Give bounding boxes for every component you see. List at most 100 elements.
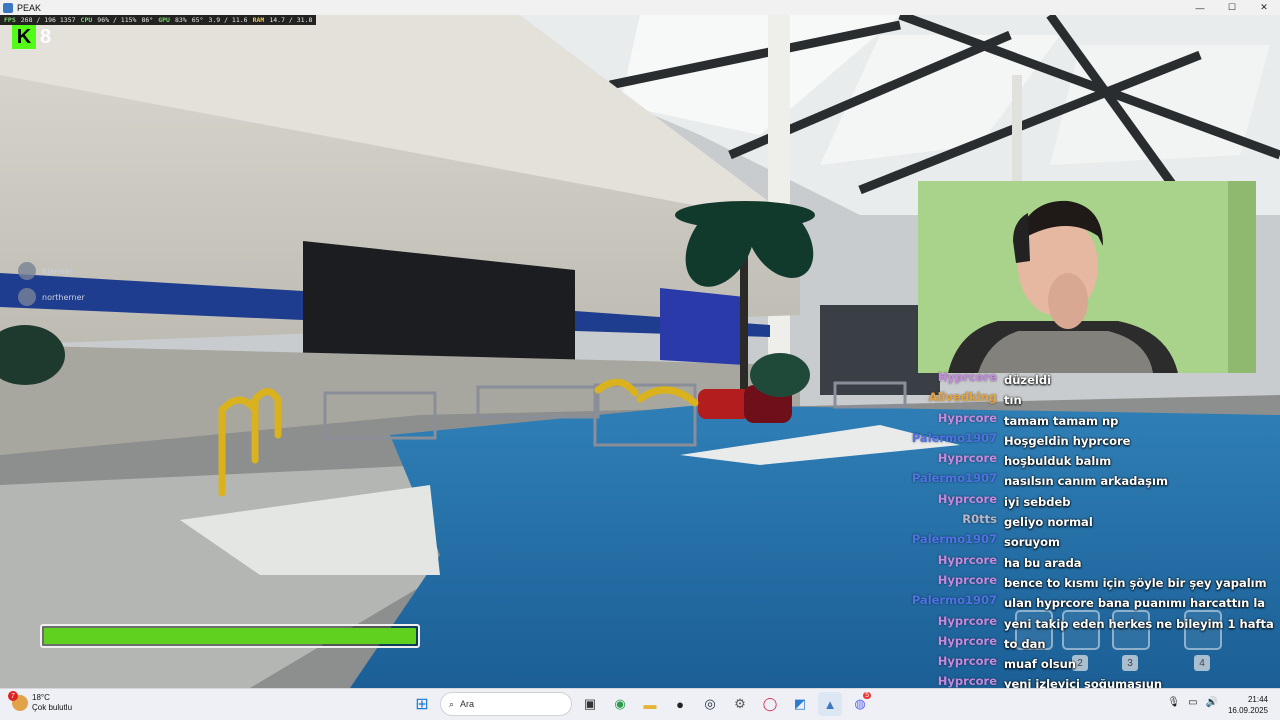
chat-username[interactable]: Hyprcore: [905, 370, 997, 384]
chat-message-text: bence to kısmı için şöyle bir şey yapalı…: [1004, 575, 1267, 590]
chat-username[interactable]: Hyprcore: [905, 614, 997, 628]
chat-message: Hyprcore düzeldi: [905, 370, 1280, 390]
file-explorer-icon[interactable]: ▬: [638, 692, 662, 716]
chat-message-text: tamam tamam np: [1004, 413, 1119, 428]
chat-message: Palermo1907 Hoşgeldin hyprcore: [905, 431, 1280, 451]
chat-username[interactable]: Hyprcore: [905, 411, 997, 425]
chat-username[interactable]: Palermo1907: [905, 431, 997, 445]
chat-username[interactable]: Hyprcore: [905, 634, 997, 648]
chat-message: Palermo1907 ulan hyprcore bana puanımı ha…: [905, 593, 1280, 613]
stamina-bar: [40, 624, 420, 648]
window-title: PEAK: [17, 2, 42, 13]
player-name: northerner: [42, 292, 85, 302]
task-view-icon[interactable]: ▣: [578, 692, 602, 716]
chat-message: Hyprcore bence to kısmı için şöyle bir şe…: [905, 573, 1280, 593]
chat-username[interactable]: Palermo1907: [905, 593, 997, 607]
player-name: Kjanner: [42, 266, 73, 276]
taskbar-clock[interactable]: 21:44 16.09.2025: [1228, 694, 1268, 716]
player-nametag: northerner: [18, 288, 85, 306]
chat-message-text: to dan: [1004, 636, 1046, 651]
viewer-count: 8: [40, 25, 52, 48]
ram-value: 14.7 / 31.8: [269, 16, 313, 24]
kick-logo-icon: K: [12, 25, 36, 49]
weather-temperature: 18°C: [32, 693, 50, 702]
chat-message-text: nasılsın canım arkadaşım: [1004, 474, 1168, 489]
chat-message: R0tts geliyo normal: [905, 512, 1280, 532]
gpu-memory: 3.9 / 11.6: [208, 16, 248, 24]
chat-message-text: muaf olsun: [1004, 657, 1076, 672]
kick-viewer-counter: K 8: [12, 25, 51, 49]
gpu-label: GPU: [158, 16, 170, 24]
gpu-temp: 65°: [191, 16, 204, 24]
chat-username[interactable]: R0tts: [905, 512, 997, 526]
chat-message-text: yeni takip eden herkes ne bileyim 1 haft…: [1004, 616, 1274, 631]
windows-taskbar: 7 18°C Çok bulutlu ⊞ ⌕ Ara ▣ ◉ ▬ ● ◎ ⚙ ◯…: [0, 688, 1280, 720]
player-nametag: Kjanner: [18, 262, 73, 280]
window-controls: — ☐ ✕: [1184, 0, 1280, 15]
discord-icon[interactable]: ◍ 5: [848, 692, 872, 716]
chat-message-text: iyi sebdeb: [1004, 494, 1071, 509]
chat-username[interactable]: Hyprcore: [905, 654, 997, 668]
peak-game-icon[interactable]: ▲: [818, 692, 842, 716]
chat-username[interactable]: Palermo1907: [905, 532, 997, 546]
microphone-icon[interactable]: 🎙: [1167, 697, 1180, 708]
chat-username[interactable]: Alivedking: [905, 390, 997, 404]
chat-message-text: tın: [1004, 393, 1022, 408]
chat-message-text: soruyom: [1004, 535, 1060, 550]
peak-app-icon: [3, 2, 13, 13]
player-avatar: [18, 262, 36, 280]
chat-username[interactable]: Hyprcore: [905, 451, 997, 465]
volume-icon[interactable]: 🔊: [1206, 697, 1218, 708]
stream-chat: Hyprcore düzeldi Alivedking tın Hyprcore tama…: [905, 370, 1280, 695]
clock-time: 21:44: [1247, 695, 1268, 704]
windows-start-icon[interactable]: ⊞: [410, 692, 434, 716]
chat-message-text: hoşbulduk balım: [1004, 454, 1112, 469]
opera-icon[interactable]: ◯: [758, 692, 782, 716]
discord-badge: 5: [863, 692, 871, 699]
chat-message: Hyprcore to dan: [905, 634, 1280, 654]
chat-message: Palermo1907 soruyom: [905, 532, 1280, 552]
chat-message: Hyprcore yeni takip eden herkes ne bileyi…: [905, 614, 1280, 634]
chat-username[interactable]: Hyprcore: [905, 573, 997, 587]
chat-message: Hyprcore ha bu arada: [905, 553, 1280, 573]
chat-message: Alivedking tın: [905, 390, 1280, 410]
cloudy-weather-icon: 7: [8, 691, 28, 711]
chat-username[interactable]: Hyprcore: [905, 553, 997, 567]
chat-message: Hyprcore tamam tamam np: [905, 411, 1280, 431]
webcam-overlay: [918, 181, 1256, 373]
chat-username[interactable]: Palermo1907: [905, 471, 997, 485]
search-placeholder: Ara: [460, 699, 475, 709]
taskbar-search[interactable]: ⌕ Ara: [440, 692, 572, 716]
chat-message-text: Hoşgeldin hyprcore: [1004, 433, 1131, 448]
chat-username[interactable]: Hyprcore: [905, 492, 997, 506]
close-button[interactable]: ✕: [1248, 0, 1280, 15]
minimize-button[interactable]: —: [1184, 0, 1216, 15]
system-tray: 🎙 ▭ 🔊: [1167, 697, 1218, 708]
clock-date: 16.09.2025: [1227, 706, 1268, 715]
settings-gear-icon[interactable]: ⚙: [728, 692, 752, 716]
image-editor-icon[interactable]: ◩: [788, 692, 812, 716]
gpu-value: 83%: [174, 16, 187, 24]
chat-message-text: geliyo normal: [1004, 515, 1093, 530]
chat-message: Hyprcore muaf olsun: [905, 654, 1280, 674]
cpu-label: CPU: [80, 16, 93, 24]
weather-widget[interactable]: 7 18°C Çok bulutlu: [8, 691, 73, 713]
chat-username[interactable]: Hyprcore: [905, 674, 997, 688]
chat-message: Hyprcore iyi sebdeb: [905, 492, 1280, 512]
search-icon: ⌕: [449, 698, 455, 709]
cpu-temp: 86°: [141, 16, 154, 24]
obs-icon[interactable]: ●: [668, 692, 692, 716]
ram-label: RAM: [252, 16, 265, 24]
streamer-camera-feed: [918, 181, 1256, 373]
taskbar-apps: ⊞ ⌕ Ara ▣ ◉ ▬ ● ◎ ⚙ ◯ ◩ ▲ ◍ 5: [410, 692, 872, 716]
maximize-button[interactable]: ☐: [1216, 0, 1248, 15]
player-avatar: [18, 288, 36, 306]
chrome-icon[interactable]: ◉: [608, 692, 632, 716]
fps-value: 268 / 196 1357: [20, 16, 76, 24]
chat-message: Hyprcore hoşbulduk balım: [905, 451, 1280, 471]
steam-icon[interactable]: ◎: [698, 692, 722, 716]
stamina-fill: [44, 628, 416, 644]
weather-description: Çok bulutlu: [32, 703, 73, 712]
chat-message-text: ulan hyprcore bana puanımı harcattın la: [1004, 596, 1266, 611]
network-icon[interactable]: ▭: [1188, 697, 1197, 708]
